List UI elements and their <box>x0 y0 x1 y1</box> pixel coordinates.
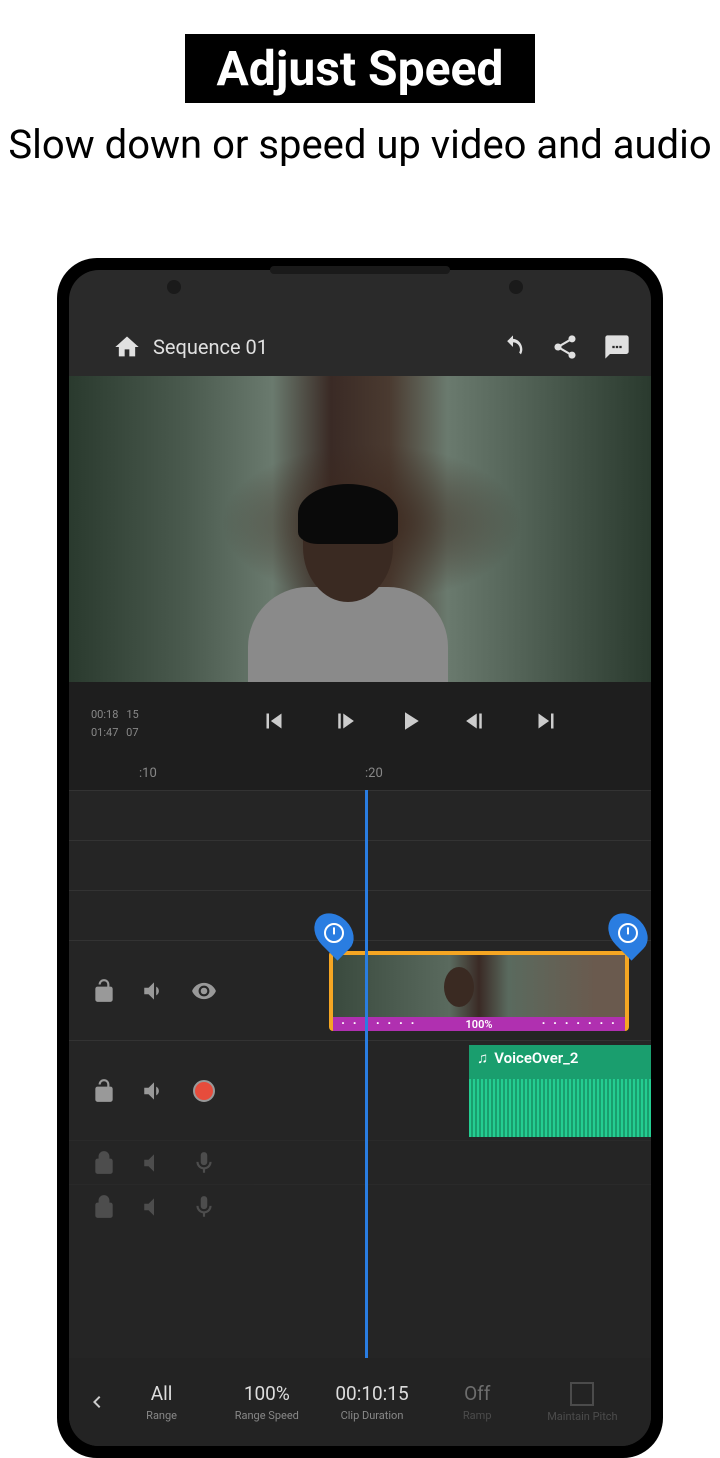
promo-subtitle: Slow down or speed up video and audio <box>0 121 720 169</box>
share-icon[interactable] <box>551 333 579 361</box>
lock-icon[interactable] <box>91 1150 117 1176</box>
waveform <box>469 1079 651 1137</box>
audio-clip[interactable]: ♫VoiceOver_2 <box>469 1045 651 1137</box>
maintain-pitch-control[interactable]: Maintain Pitch <box>530 1382 635 1423</box>
audio-track[interactable]: ♫VoiceOver_2 <box>69 1040 651 1140</box>
volume-icon[interactable] <box>141 978 167 1004</box>
comment-icon[interactable] <box>603 333 631 361</box>
video-track[interactable]: 100% <box>69 940 651 1040</box>
audio-track-disabled <box>69 1184 651 1228</box>
phone-camera <box>167 280 181 294</box>
transport-bar: 00:18 15 01:47 07 <box>69 682 651 760</box>
clip-duration-control[interactable]: 00:10:15Clip Duration <box>319 1382 424 1422</box>
home-icon[interactable] <box>113 333 141 361</box>
timecode: 00:18 15 01:47 07 <box>87 703 187 740</box>
sequence-title: Sequence 01 <box>153 335 475 359</box>
frame-back-icon[interactable] <box>327 706 357 736</box>
mic-icon[interactable] <box>191 1194 217 1220</box>
skip-end-icon[interactable] <box>531 706 561 736</box>
speed-controls: AllRange 100%Range Speed 00:10:15Clip Du… <box>69 1358 651 1446</box>
eye-icon[interactable] <box>191 978 217 1004</box>
video-clip[interactable]: 100% <box>329 951 629 1031</box>
lock-icon[interactable] <box>91 1194 117 1220</box>
volume-icon[interactable] <box>141 1078 167 1104</box>
phone-frame: Sequence 01 00:18 15 01:47 07 <box>57 258 663 1458</box>
video-preview[interactable] <box>69 376 651 682</box>
record-icon[interactable] <box>191 1078 217 1104</box>
skip-start-icon[interactable] <box>259 706 289 736</box>
track-empty <box>69 840 651 890</box>
range-speed-control[interactable]: 100%Range Speed <box>214 1382 319 1422</box>
ramp-control[interactable]: OffRamp <box>425 1382 530 1422</box>
timeline-ruler[interactable]: :10 :20 <box>69 760 651 790</box>
track-empty <box>69 790 651 840</box>
track-empty <box>69 890 651 940</box>
volume-icon[interactable] <box>141 1150 167 1176</box>
speed-indicator: 100% <box>333 1017 625 1031</box>
phone-camera <box>509 280 523 294</box>
promo-title: Adjust Speed <box>185 34 536 103</box>
range-control[interactable]: AllRange <box>109 1382 214 1422</box>
timeline[interactable]: 100% ♫VoiceOver_2 <box>69 790 651 1358</box>
app-topbar: Sequence 01 <box>69 318 651 376</box>
back-icon[interactable] <box>85 1388 109 1416</box>
lock-icon[interactable] <box>91 978 117 1004</box>
music-note-icon: ♫ <box>477 1049 488 1067</box>
volume-icon[interactable] <box>141 1194 167 1220</box>
audio-track-disabled <box>69 1140 651 1184</box>
undo-icon[interactable] <box>499 333 527 361</box>
frame-forward-icon[interactable] <box>463 706 493 736</box>
mic-icon[interactable] <box>191 1150 217 1176</box>
play-icon[interactable] <box>395 706 425 736</box>
lock-icon[interactable] <box>91 1078 117 1104</box>
checkbox-icon <box>570 1382 594 1406</box>
promo-header: Adjust Speed Slow down or speed up video… <box>0 0 720 169</box>
phone-speaker <box>270 266 450 274</box>
playhead[interactable] <box>365 790 368 1358</box>
